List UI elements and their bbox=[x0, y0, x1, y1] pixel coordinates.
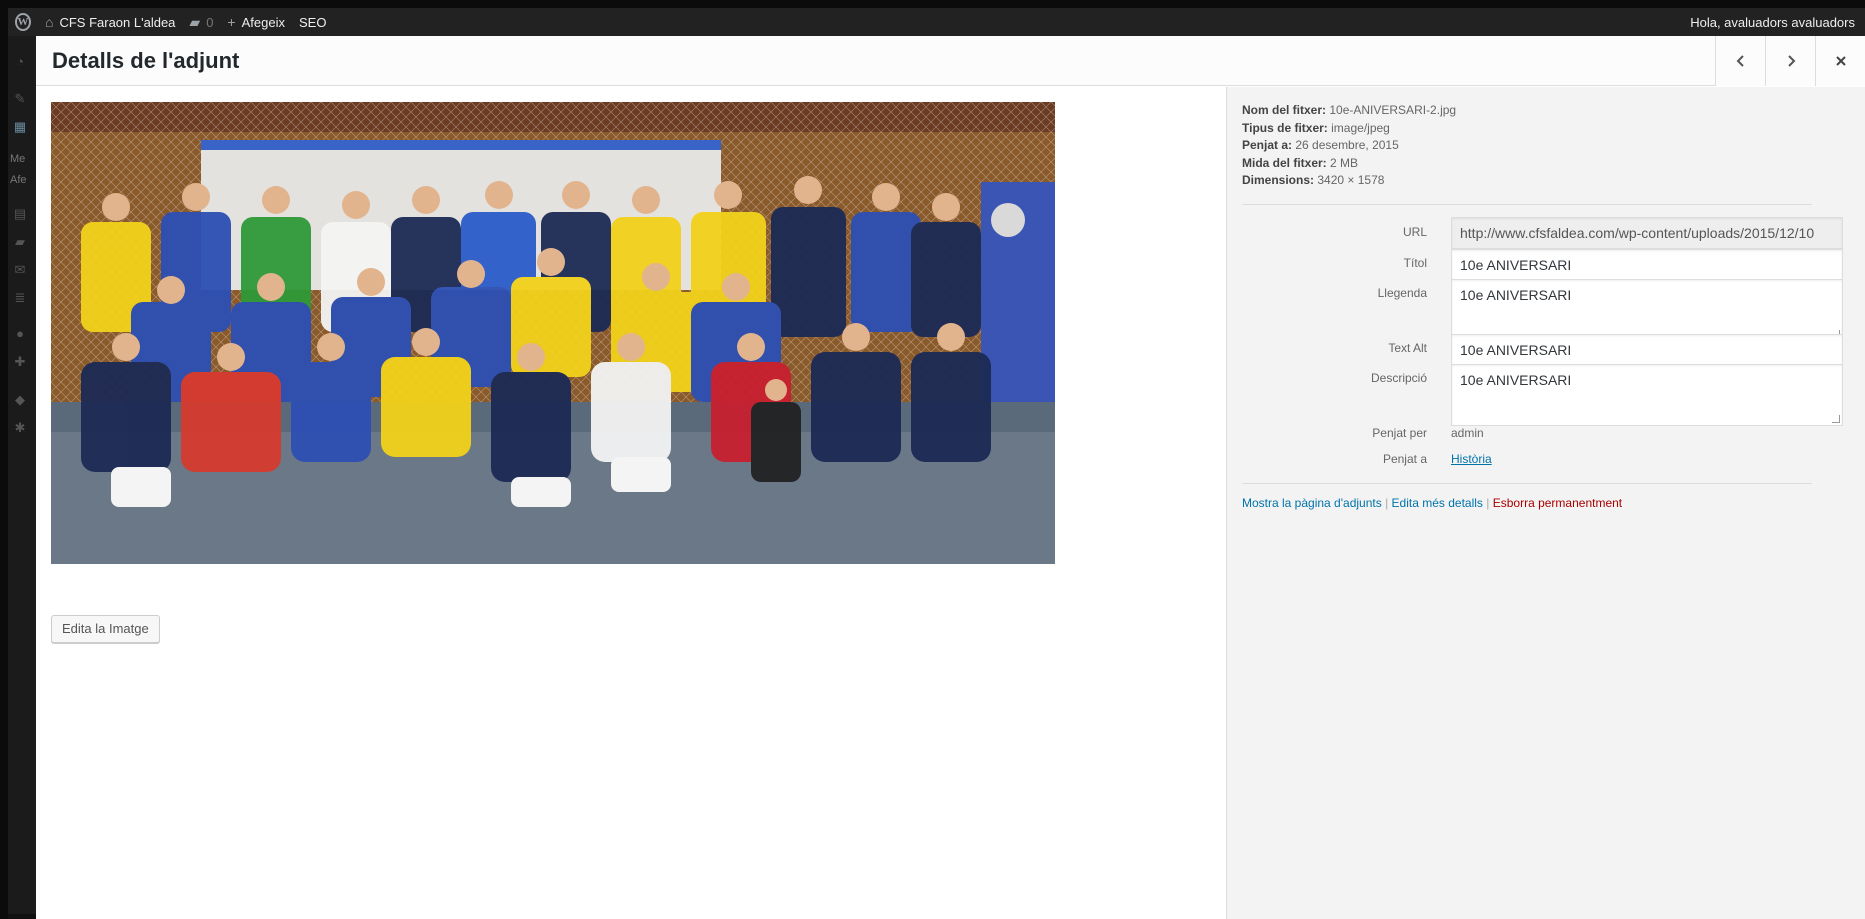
actions-separator: | bbox=[1486, 496, 1490, 510]
attachment-media-view: Edita la Imatge bbox=[36, 87, 1226, 919]
url-label: URL bbox=[1402, 225, 1427, 239]
caption-textarea[interactable]: 10e ANIVERSARI bbox=[1451, 279, 1843, 341]
dashboard-icon: ◔ bbox=[16, 54, 24, 69]
delete-permanently-link[interactable]: Esborra permanentment bbox=[1493, 496, 1622, 510]
uploaded-by-label: Penjat per bbox=[1372, 426, 1427, 440]
description-value: 10e ANIVERSARI bbox=[1460, 372, 1572, 388]
edit-more-details-link[interactable]: Edita més detalls bbox=[1392, 496, 1483, 510]
meta-filename-row: Nom del fitxer: 10e-ANIVERSARI-2.jpg bbox=[1242, 102, 1456, 120]
account-greeting: Hola, avaluadors avaluadors bbox=[1690, 14, 1855, 30]
seo-menu-link[interactable]: SEO bbox=[292, 8, 333, 36]
meta-size-value: 2 MB bbox=[1330, 155, 1359, 170]
meta-filetype-label: Tipus de fitxer: bbox=[1242, 120, 1328, 135]
screen: W ⌂ CFS Faraon L'aldea ▰ 0 + Afegeix SEO… bbox=[8, 8, 1865, 919]
new-content-label: Afegeix bbox=[241, 14, 285, 30]
close-icon bbox=[1835, 56, 1846, 66]
alt-text-label: Text Alt bbox=[1388, 341, 1427, 355]
title-input[interactable]: 10e ANIVERSARI bbox=[1451, 249, 1843, 281]
tools-icon: ✚ bbox=[14, 354, 26, 369]
meta-uploaded-row: Penjat a: 26 desembre, 2015 bbox=[1242, 137, 1456, 155]
account-menu[interactable]: Hola, avaluadors avaluadors bbox=[1683, 8, 1865, 36]
admin-bar: W ⌂ CFS Faraon L'aldea ▰ 0 + Afegeix SEO… bbox=[8, 8, 1865, 36]
comments-menu-icon: ▰ bbox=[15, 234, 25, 249]
meta-filetype-row: Tipus de fitxer: image/jpeg bbox=[1242, 120, 1456, 138]
meta-dimensions-row: Dimensions: 3420 × 1578 bbox=[1242, 172, 1456, 190]
modal-header: Detalls de l'adjunt bbox=[36, 36, 1865, 86]
meta-uploaded-value: 26 desembre, 2015 bbox=[1295, 138, 1399, 152]
comments-link[interactable]: ▰ 0 bbox=[182, 8, 220, 36]
users-icon: ● bbox=[16, 326, 24, 341]
chevron-left-icon bbox=[1736, 55, 1744, 67]
meta-size-label: Mida del fitxer: bbox=[1242, 155, 1327, 170]
actions-separator: | bbox=[1385, 496, 1389, 510]
site-name: CFS Faraon L'aldea bbox=[59, 14, 176, 30]
meta-size-row: Mida del fitxer: 2 MB bbox=[1242, 155, 1456, 173]
alt-text-input[interactable]: 10e ANIVERSARI bbox=[1451, 334, 1843, 366]
wordpress-logo-button[interactable]: W bbox=[8, 8, 38, 36]
plugin-icon: ◆ bbox=[15, 392, 25, 407]
uploaded-to-link[interactable]: Història bbox=[1451, 452, 1492, 466]
settings-icon: ✱ bbox=[14, 420, 26, 435]
close-modal-button[interactable] bbox=[1815, 36, 1865, 86]
menu-add-text: Afe bbox=[10, 174, 27, 186]
meta-filetype-value: image/jpeg bbox=[1331, 120, 1390, 135]
divider bbox=[1242, 204, 1812, 205]
admin-menu: ◔ ✎ ▦ Me Afe ▤ ▰ ✉ ≣ ● ✚ ◆ ✱ bbox=[8, 36, 34, 919]
description-label: Descripció bbox=[1370, 371, 1427, 385]
meta-filename-label: Nom del fitxer: bbox=[1242, 103, 1327, 117]
modal-title: Detalls de l'adjunt bbox=[52, 48, 240, 73]
list-icon: ≣ bbox=[14, 290, 26, 305]
caption-value: 10e ANIVERSARI bbox=[1460, 287, 1572, 303]
title-label: Títol bbox=[1403, 256, 1427, 270]
attachment-image[interactable] bbox=[51, 102, 1055, 564]
comment-icon: ▰ bbox=[189, 13, 201, 30]
edit-image-button[interactable]: Edita la Imatge bbox=[51, 615, 160, 643]
team-photo-illustration bbox=[51, 102, 1055, 564]
uploaded-to-label: Penjat a bbox=[1382, 452, 1427, 466]
view-attachment-page-link[interactable]: Mostra la pàgina d'adjunts bbox=[1242, 496, 1382, 510]
new-content-link[interactable]: + Afegeix bbox=[220, 8, 292, 36]
pages-icon: ▤ bbox=[13, 206, 27, 221]
description-textarea[interactable]: 10e ANIVERSARI bbox=[1451, 364, 1843, 426]
attachment-actions: Mostra la pàgina d'adjunts | Edita més d… bbox=[1242, 496, 1622, 510]
site-name-link[interactable]: ⌂ CFS Faraon L'aldea bbox=[38, 8, 182, 36]
caption-label: Llegenda bbox=[1377, 286, 1427, 300]
divider bbox=[1242, 483, 1812, 484]
media-icon: ▦ bbox=[13, 119, 27, 134]
previous-attachment-button[interactable] bbox=[1715, 36, 1765, 86]
attachment-info-sidebar: Nom del fitxer: 10e-ANIVERSARI-2.jpg Tip… bbox=[1226, 87, 1865, 919]
plus-icon: + bbox=[227, 14, 236, 30]
mail-icon: ✉ bbox=[14, 262, 26, 277]
next-attachment-button[interactable] bbox=[1765, 36, 1815, 86]
meta-dimensions-label: Dimensions: bbox=[1242, 173, 1315, 187]
home-icon: ⌂ bbox=[45, 14, 54, 30]
chevron-right-icon bbox=[1787, 55, 1795, 67]
attachment-details-modal: Detalls de l'adjunt Edita la Imatge Nom … bbox=[36, 36, 1865, 919]
meta-dimensions-value: 3420 × 1578 bbox=[1317, 173, 1385, 187]
menu-media-text: Me bbox=[10, 153, 26, 165]
uploaded-by-value: admin bbox=[1451, 426, 1484, 440]
seo-label: SEO bbox=[298, 14, 327, 30]
meta-filename-value: 10e-ANIVERSARI-2.jpg bbox=[1329, 103, 1457, 117]
comments-count: 0 bbox=[206, 14, 214, 30]
pin-icon: ✎ bbox=[14, 91, 26, 106]
meta-uploaded-label: Penjat a: bbox=[1242, 138, 1293, 152]
wordpress-icon: W bbox=[15, 13, 31, 31]
url-field[interactable]: http://www.cfsfaldea.com/wp-content/uplo… bbox=[1451, 217, 1843, 249]
resize-handle-icon[interactable] bbox=[1832, 415, 1840, 423]
file-meta: Nom del fitxer: 10e-ANIVERSARI-2.jpg Tip… bbox=[1242, 102, 1456, 190]
